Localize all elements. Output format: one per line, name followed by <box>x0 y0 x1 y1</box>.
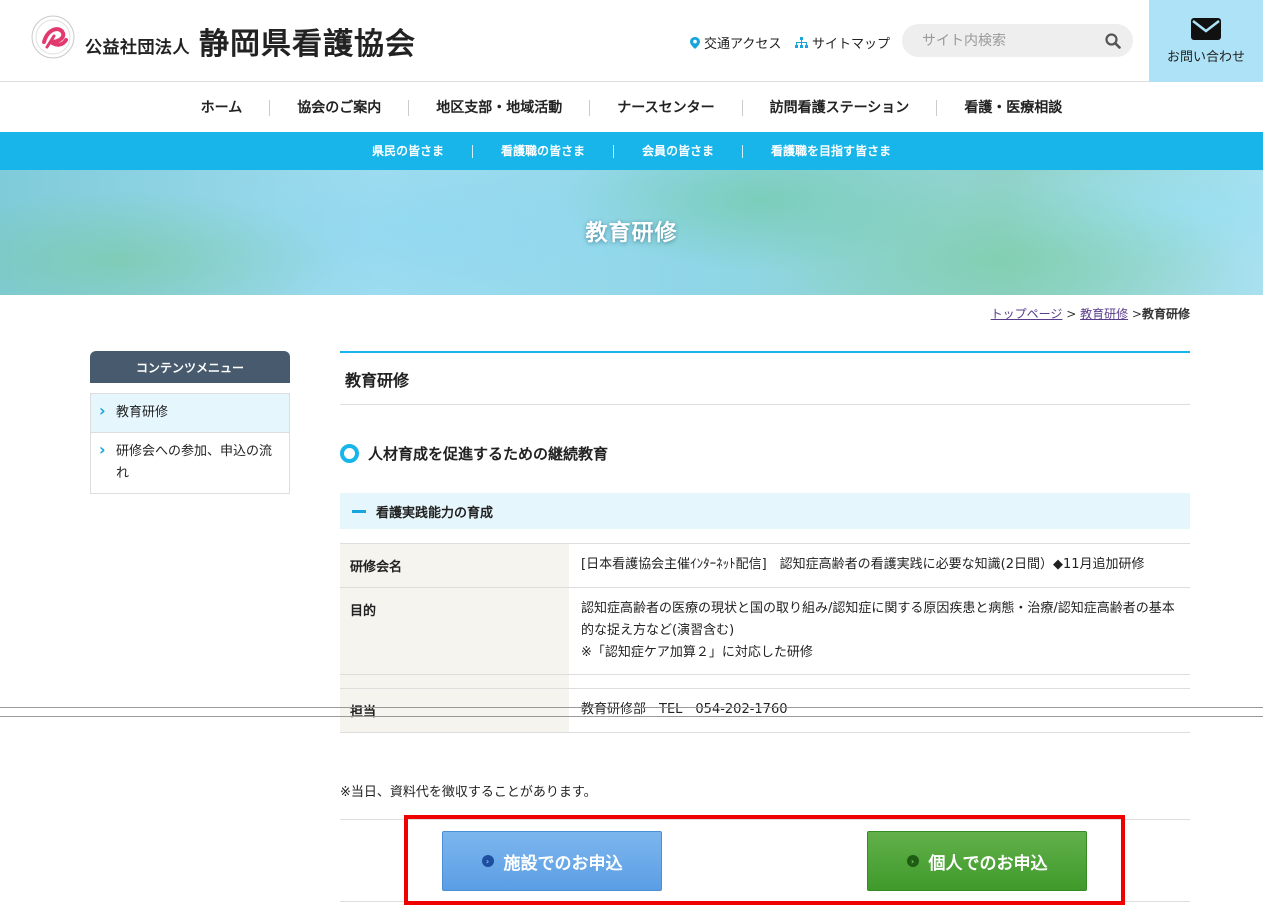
hero-banner: 教育研修 <box>0 170 1263 295</box>
row-value: 認知症高齢者の医療の現状と国の取り組み/認知症に関する原因疾患と病態・治療/認知… <box>569 587 1190 675</box>
purpose-text: 認知症高齢者の医療の現状と国の取り組み/認知症に関する原因疾患と病態・治療/認知… <box>581 601 1175 638</box>
sitemap-icon <box>795 37 808 48</box>
chevron-right-icon: › <box>906 855 919 867</box>
site-search <box>902 24 1133 57</box>
sidebar-item-application-flow[interactable]: 研修会への参加、申込の流れ <box>91 432 289 493</box>
subnav-residents[interactable]: 県民の皆さま <box>344 144 472 158</box>
row-value: [日本看護協会主催ｲﾝﾀｰﾈｯﾄ配信] 認知症高齢者の看護実践に必要な知識(2日… <box>569 543 1190 588</box>
sidebar-heading: コンテンツメニュー <box>90 351 290 383</box>
sitemap-label: サイトマップ <box>812 37 891 52</box>
application-buttons: › 施設でのお申込 › 個人でのお申込 <box>340 819 1190 902</box>
subnav-members[interactable]: 会員の皆さま <box>613 144 742 158</box>
table-row: 研修会名 [日本看護協会主催ｲﾝﾀｰﾈｯﾄ配信] 認知症高齢者の看護実践に必要な… <box>340 543 1190 588</box>
facility-apply-button[interactable]: › 施設でのお申込 <box>442 831 662 891</box>
sidebar-item-education[interactable]: 教育研修 <box>91 394 289 432</box>
subnav-nurses[interactable]: 看護職の皆さま <box>471 144 613 158</box>
sidebar-menu: 教育研修 研修会への参加、申込の流れ <box>90 393 290 494</box>
section-title-text: 人材育成を促進するための継続教育 <box>368 445 609 463</box>
personal-apply-button[interactable]: › 個人でのお申込 <box>867 831 1087 891</box>
nav-visiting-nurse[interactable]: 訪問看護ステーション <box>741 99 937 116</box>
nav-regional[interactable]: 地区支部・地域活動 <box>408 99 589 116</box>
row-label: 研修会名 <box>340 543 569 588</box>
table-row-spacer <box>340 674 1190 689</box>
subnav-aspiring[interactable]: 看護職を目指す皆さま <box>742 144 919 158</box>
screenshot-seam <box>0 716 1263 717</box>
sitemap-link[interactable]: サイトマップ <box>795 33 890 52</box>
map-pin-icon <box>690 36 700 49</box>
breadcrumb-education[interactable]: 教育研修 <box>1080 307 1128 321</box>
personal-apply-label: 個人でのお申込 <box>928 853 1048 874</box>
row-label: 目的 <box>340 587 569 675</box>
mail-icon <box>1191 17 1221 40</box>
training-info-table: 研修会名 [日本看護協会主催ｲﾝﾀｰﾈｯﾄ配信] 認知症高齢者の看護実践に必要な… <box>340 543 1190 733</box>
fee-note: ※当日、資料代を徴収することがあります。 <box>340 785 597 800</box>
table-row: 目的 認知症高齢者の医療の現状と国の取り組み/認知症に関する原因疾患と病態・治療… <box>340 587 1190 675</box>
circle-icon <box>340 444 359 463</box>
contact-button[interactable]: お問い合わせ <box>1149 0 1263 82</box>
spacer-cell <box>569 674 1190 689</box>
main-nav: ホーム 協会のご案内 地区支部・地域活動 ナースセンター 訪問看護ステーション … <box>0 83 1263 132</box>
facility-apply-label: 施設でのお申込 <box>503 853 623 874</box>
row-label: 担当 <box>340 688 569 733</box>
breadcrumb-separator: > <box>1062 307 1081 321</box>
row-value: 教育研修部 TEL 054-202-1760 <box>569 688 1190 733</box>
contact-label: お問い合わせ <box>1166 49 1245 65</box>
nav-about[interactable]: 協会のご案内 <box>269 99 408 116</box>
breadcrumb: トップページ > 教育研修 >教育研修 <box>991 305 1190 322</box>
breadcrumb-separator: > <box>1128 307 1142 321</box>
access-label: 交通アクセス <box>704 37 782 52</box>
nav-consultation[interactable]: 看護・医療相談 <box>936 99 1089 116</box>
org-prefix: 公益社団法人 <box>85 38 190 58</box>
logo-emblem[interactable] <box>30 14 76 60</box>
main-content: 教育研修 人材育成を促進するための継続教育 看護実践能力の育成 研修会名 [日本… <box>340 351 1190 902</box>
spacer-cell <box>340 674 569 689</box>
breadcrumb-current: 教育研修 <box>1141 307 1190 321</box>
purpose-note: ※「認知症ケア加算２」に対応した研修 <box>581 645 813 660</box>
page-title: 教育研修 <box>340 351 1190 405</box>
breadcrumb-top[interactable]: トップページ <box>991 307 1063 321</box>
screenshot-seam <box>0 707 1263 708</box>
org-name[interactable]: 静岡県看護協会 <box>199 19 416 63</box>
nav-home[interactable]: ホーム <box>174 100 270 116</box>
subsection-title-text: 看護実践能力の育成 <box>376 505 494 521</box>
dash-icon <box>352 509 366 513</box>
site-header: 公益社団法人 静岡県看護協会 交通アクセス サイトマップ お問い合わせ <box>0 0 1263 82</box>
audience-nav: 県民の皆さま 看護職の皆さま 会員の皆さま 看護職を目指す皆さま <box>0 132 1263 170</box>
hero-title: 教育研修 <box>585 220 678 246</box>
section-title: 人材育成を促進するための継続教育 <box>340 443 608 464</box>
search-icon[interactable] <box>1105 32 1121 49</box>
search-input[interactable] <box>922 32 1105 49</box>
chevron-right-icon: › <box>481 855 494 867</box>
subsection-title: 看護実践能力の育成 <box>340 493 1190 529</box>
table-row: 担当 教育研修部 TEL 054-202-1760 <box>340 688 1190 733</box>
nav-nurse-center[interactable]: ナースセンター <box>589 99 741 116</box>
access-link[interactable]: 交通アクセス <box>690 33 781 52</box>
